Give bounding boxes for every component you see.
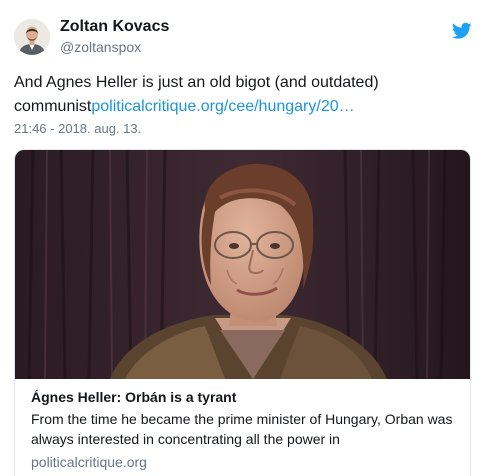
embedded-tweet: Zoltan Kovacs @zoltanspox And Agnes Hell… bbox=[0, 0, 487, 476]
card-description: From the time he became the prime minist… bbox=[31, 411, 453, 447]
tweet-link[interactable]: politicalcritique.org/cee/hungary/20… bbox=[91, 98, 354, 115]
avatar[interactable] bbox=[14, 19, 50, 55]
card-domain: politicalcritique.org bbox=[31, 454, 147, 470]
card-title: Ágnes Heller: Orbán is a tyrant bbox=[31, 389, 237, 405]
author-name[interactable]: Zoltan Kovacs bbox=[60, 18, 169, 36]
avatar-photo bbox=[14, 19, 50, 55]
author-handle[interactable]: @zoltanspox bbox=[60, 39, 141, 55]
card-image bbox=[15, 150, 470, 379]
tweet-timestamp[interactable]: 21:46 - 2018. aug. 13. bbox=[14, 121, 141, 136]
tweet-text: And Agnes Heller is just an old bigot (a… bbox=[14, 71, 474, 119]
twitter-bird-icon[interactable] bbox=[451, 22, 472, 40]
link-card[interactable]: Ágnes Heller: Orbán is a tyrant From the… bbox=[14, 149, 471, 476]
